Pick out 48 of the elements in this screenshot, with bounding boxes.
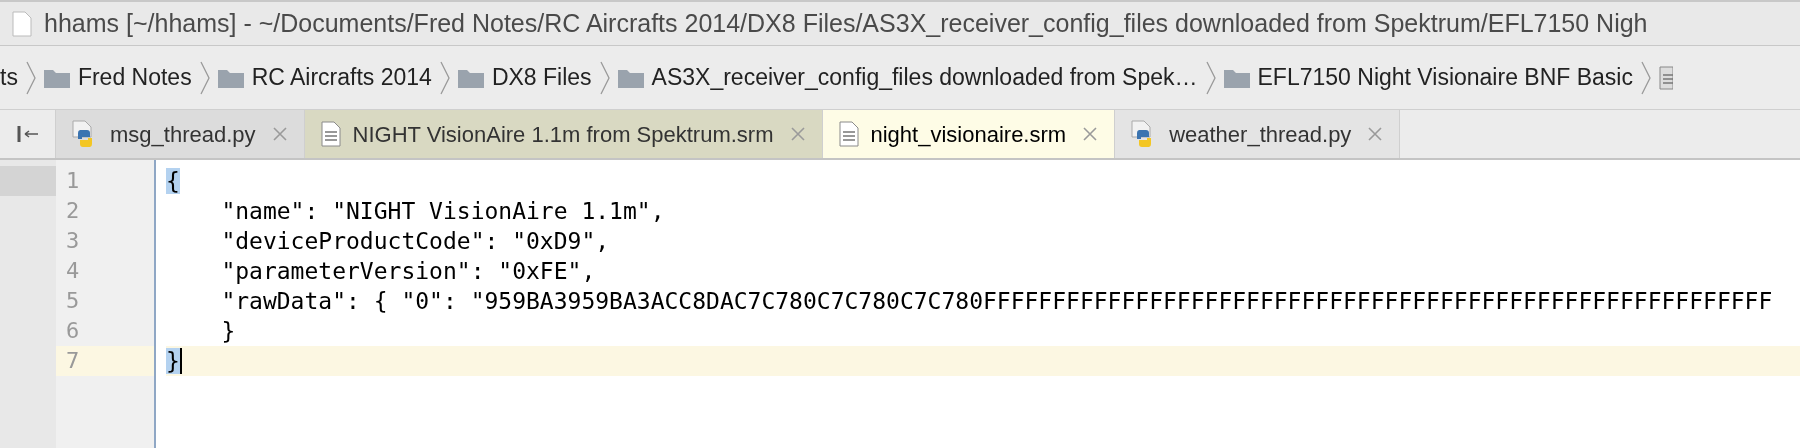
code-line: "deviceProductCode": "0xD9", xyxy=(220,227,611,256)
breadcrumb-label[interactable]: RC Aircrafts 2014 xyxy=(251,60,432,95)
editor-tab[interactable]: msg_thread.py xyxy=(56,110,305,158)
breadcrumb-label[interactable]: Fred Notes xyxy=(77,60,192,95)
code-line: "rawData": { "0": "959BA3959BA3ACC8DAC7C780C7C780C7C780FFFFFFFFFFFFFFFFFFFFFFFFFFFFFFFFFFFFFFFFFFFFFFFFFFFFFFFFF xyxy=(220,287,1774,316)
tab-label: msg_thread.py xyxy=(110,120,256,149)
code-line: } xyxy=(220,317,237,346)
close-icon[interactable] xyxy=(1082,126,1099,142)
tab-label: weather_thread.py xyxy=(1169,120,1352,149)
selected-row-marker xyxy=(0,166,56,196)
chevron-icon xyxy=(1205,59,1216,96)
window-title: hhams [~/hhams] - ~/Documents/Fred Notes/RC Aircrafts 2014/DX8 Files/AS3X_receiver_config_files downloaded from Spektrum/EFL7150 Nigh xyxy=(44,7,1648,39)
folder-icon xyxy=(217,67,244,88)
line-number: 5 xyxy=(65,287,81,315)
breadcrumb-item[interactable]: ts xyxy=(0,60,26,95)
text-file-icon xyxy=(838,121,859,147)
line-number: 2 xyxy=(65,197,81,225)
collapse-icon xyxy=(16,124,39,144)
line-number: 1 xyxy=(65,167,81,195)
text-file-icon xyxy=(320,121,341,147)
document-icon xyxy=(12,10,32,37)
close-icon[interactable] xyxy=(1367,126,1384,142)
line-number: 7 xyxy=(56,346,154,376)
code-line: "name": "NIGHT VisionAire 1.1m", xyxy=(220,197,666,226)
code-line: "parameterVersion": "0xFE", xyxy=(220,257,597,286)
close-icon[interactable] xyxy=(271,126,288,142)
tab-label: NIGHT VisionAire 1.1m from Spektrum.srm xyxy=(352,120,774,149)
folder-icon xyxy=(617,67,644,88)
line-number: 3 xyxy=(65,227,81,255)
breadcrumb-label[interactable]: AS3X_receiver_config_files downloaded from Spek… xyxy=(651,60,1198,95)
editor-tab[interactable]: NIGHT VisionAire 1.1m from Spektrum.srm xyxy=(304,110,823,158)
breadcrumb-label[interactable]: EFL7150 Night Visionaire BNF Basic xyxy=(1257,60,1633,95)
chevron-icon xyxy=(439,59,450,96)
file-icon xyxy=(1658,65,1673,90)
chevron-icon xyxy=(1640,59,1651,96)
tab-label: night_visionaire.srm xyxy=(870,120,1067,149)
folder-icon xyxy=(457,67,484,88)
chevron-icon xyxy=(25,59,36,96)
chevron-icon xyxy=(599,59,610,96)
chevron-icon xyxy=(199,59,210,96)
close-icon[interactable] xyxy=(789,126,806,142)
breadcrumb-label[interactable]: DX8 Files xyxy=(491,60,592,95)
editor-tab[interactable]: night_visionaire.srm xyxy=(822,110,1116,158)
editor-tab[interactable]: weather_thread.py xyxy=(1115,110,1401,158)
line-number: 6 xyxy=(65,317,81,345)
folder-icon xyxy=(43,67,70,88)
folder-icon xyxy=(1223,67,1250,88)
line-number: 4 xyxy=(65,257,81,285)
